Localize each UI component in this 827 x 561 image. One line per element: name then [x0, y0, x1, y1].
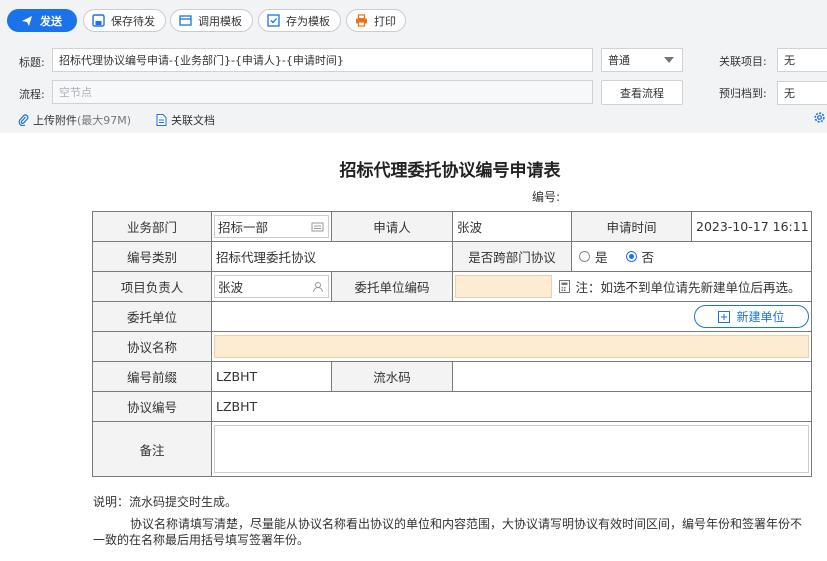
- upload-label: 上传附件: [33, 114, 77, 127]
- person-picker-icon[interactable]: [312, 281, 324, 296]
- save-template-button[interactable]: 存为模板: [258, 9, 341, 32]
- template-icon: [179, 14, 192, 28]
- radio-checked-icon: [625, 251, 637, 262]
- client-code-label: 委托单位编码: [331, 271, 453, 302]
- send-label: 发送: [40, 14, 62, 28]
- dept-input[interactable]: 招标一部: [214, 215, 329, 238]
- cross-dept-label: 是否跨部门协议: [452, 241, 572, 272]
- flow-label: 流程:: [19, 88, 45, 101]
- remark-label: 备注: [92, 421, 212, 477]
- category-label: 编号类别: [92, 241, 212, 272]
- agreement-name-cell: [211, 331, 812, 362]
- note-line-2: 协议名称请填写清楚，尽量能从协议名称看出协议的单位和内容范围，大协议请写明协议有…: [93, 517, 803, 547]
- use-template-button[interactable]: 调用模板: [170, 9, 253, 32]
- related-project-value: 无: [784, 54, 795, 67]
- title-input[interactable]: 招标代理协议编号申请-{业务部门}-{申请人}-{申请时间}: [52, 48, 593, 72]
- save-template-icon: [267, 14, 280, 28]
- apply-time-value: 2023-10-17 16:11: [691, 211, 812, 242]
- cross-dept-no-label: 否: [641, 250, 655, 265]
- calculator-icon[interactable]: [558, 280, 570, 296]
- category-value: 招标代理委托协议: [211, 241, 453, 272]
- dept-label: 业务部门: [92, 211, 212, 242]
- cross-dept-yes-label: 是: [595, 250, 608, 265]
- org-picker-icon[interactable]: [311, 221, 324, 236]
- archive-label: 预归档到:: [719, 87, 767, 100]
- client-label: 委托单位: [92, 301, 212, 332]
- agreement-no-value: LZBHT: [211, 391, 812, 422]
- printer-icon: [355, 14, 368, 28]
- related-project-label: 关联项目:: [719, 55, 767, 68]
- dept-value: 招标一部: [218, 220, 269, 235]
- use-template-label: 调用模板: [198, 14, 242, 28]
- title-input-value: 招标代理协议编号申请-{业务部门}-{申请人}-{申请时间}: [59, 54, 344, 67]
- radio-unchecked-icon: [579, 251, 590, 262]
- archive-value: 无: [784, 87, 795, 100]
- manager-label: 项目负责人: [92, 271, 212, 302]
- new-unit-label: 新建单位: [736, 310, 785, 324]
- archive-select[interactable]: 无: [777, 81, 827, 105]
- related-project-select[interactable]: 无: [777, 48, 827, 72]
- related-doc-label: 关联文档: [171, 114, 215, 127]
- manager-cell: 张波: [211, 271, 332, 302]
- priority-value: 普通: [608, 54, 630, 67]
- client-code-input[interactable]: [455, 275, 552, 298]
- manager-value: 张波: [218, 280, 244, 295]
- remark-textarea[interactable]: [214, 425, 809, 473]
- agreement-name-input[interactable]: [214, 335, 809, 358]
- client-code-note: 注：如选不到单位请先新建单位后再选。: [571, 271, 812, 302]
- serial-number-label: 编号:: [532, 190, 561, 204]
- title-label: 标题:: [19, 56, 45, 69]
- save-draft-button[interactable]: 保存待发: [83, 9, 166, 32]
- chevron-down-icon: [664, 57, 674, 63]
- apply-time-label: 申请时间: [571, 211, 692, 242]
- document-icon: [156, 114, 167, 126]
- cross-dept-cell: 是 否: [571, 241, 812, 272]
- flow-placeholder: 空节点: [59, 86, 92, 99]
- print-button[interactable]: 打印: [346, 9, 406, 32]
- related-document-link[interactable]: 关联文档: [156, 112, 215, 128]
- prefix-value: LZBHT: [211, 361, 332, 392]
- save-draft-label: 保存待发: [111, 14, 155, 28]
- priority-select[interactable]: 普通: [601, 48, 683, 72]
- serial-code-label: 流水码: [331, 361, 453, 392]
- view-flow-label: 查看流程: [620, 86, 664, 100]
- serial-code-value: [452, 361, 812, 392]
- client-cell: 新建单位: [211, 301, 812, 332]
- cross-dept-yes-radio[interactable]: 是: [579, 247, 608, 266]
- prefix-label: 编号前缀: [92, 361, 212, 392]
- upload-limit: (最大97M): [77, 114, 132, 127]
- paperclip-icon: [18, 114, 29, 126]
- settings-gear-icon[interactable]: [813, 111, 826, 127]
- send-icon: [20, 14, 34, 28]
- form-title: 招标代理委托协议编号申请表: [339, 161, 561, 181]
- remark-cell: [211, 421, 812, 477]
- client-code-cell: [452, 271, 572, 302]
- note-line-1: 说明：流水码提交时生成。: [93, 495, 238, 509]
- flow-input[interactable]: 空节点: [52, 80, 593, 104]
- manager-input[interactable]: 张波: [214, 275, 329, 298]
- save-template-label: 存为模板: [286, 14, 330, 28]
- applicant-label: 申请人: [331, 211, 453, 242]
- send-button[interactable]: 发送: [7, 9, 77, 32]
- print-label: 打印: [374, 14, 396, 28]
- agreement-no-label: 协议编号: [92, 391, 212, 422]
- agreement-name-label: 协议名称: [92, 331, 212, 362]
- dept-cell: 招标一部: [211, 211, 332, 242]
- view-flow-button[interactable]: 查看流程: [601, 80, 683, 105]
- save-icon: [92, 14, 105, 28]
- application-form-table: 业务部门 招标一部 申请人 张波 申请时间 2023-10-17 16:11 编…: [92, 211, 812, 477]
- upload-attachment-link[interactable]: 上传附件 (最大97M): [18, 112, 131, 128]
- add-box-icon: [718, 310, 731, 323]
- new-unit-button[interactable]: 新建单位: [694, 305, 809, 328]
- cross-dept-no-radio[interactable]: 否: [625, 247, 655, 266]
- applicant-value: 张波: [452, 211, 572, 242]
